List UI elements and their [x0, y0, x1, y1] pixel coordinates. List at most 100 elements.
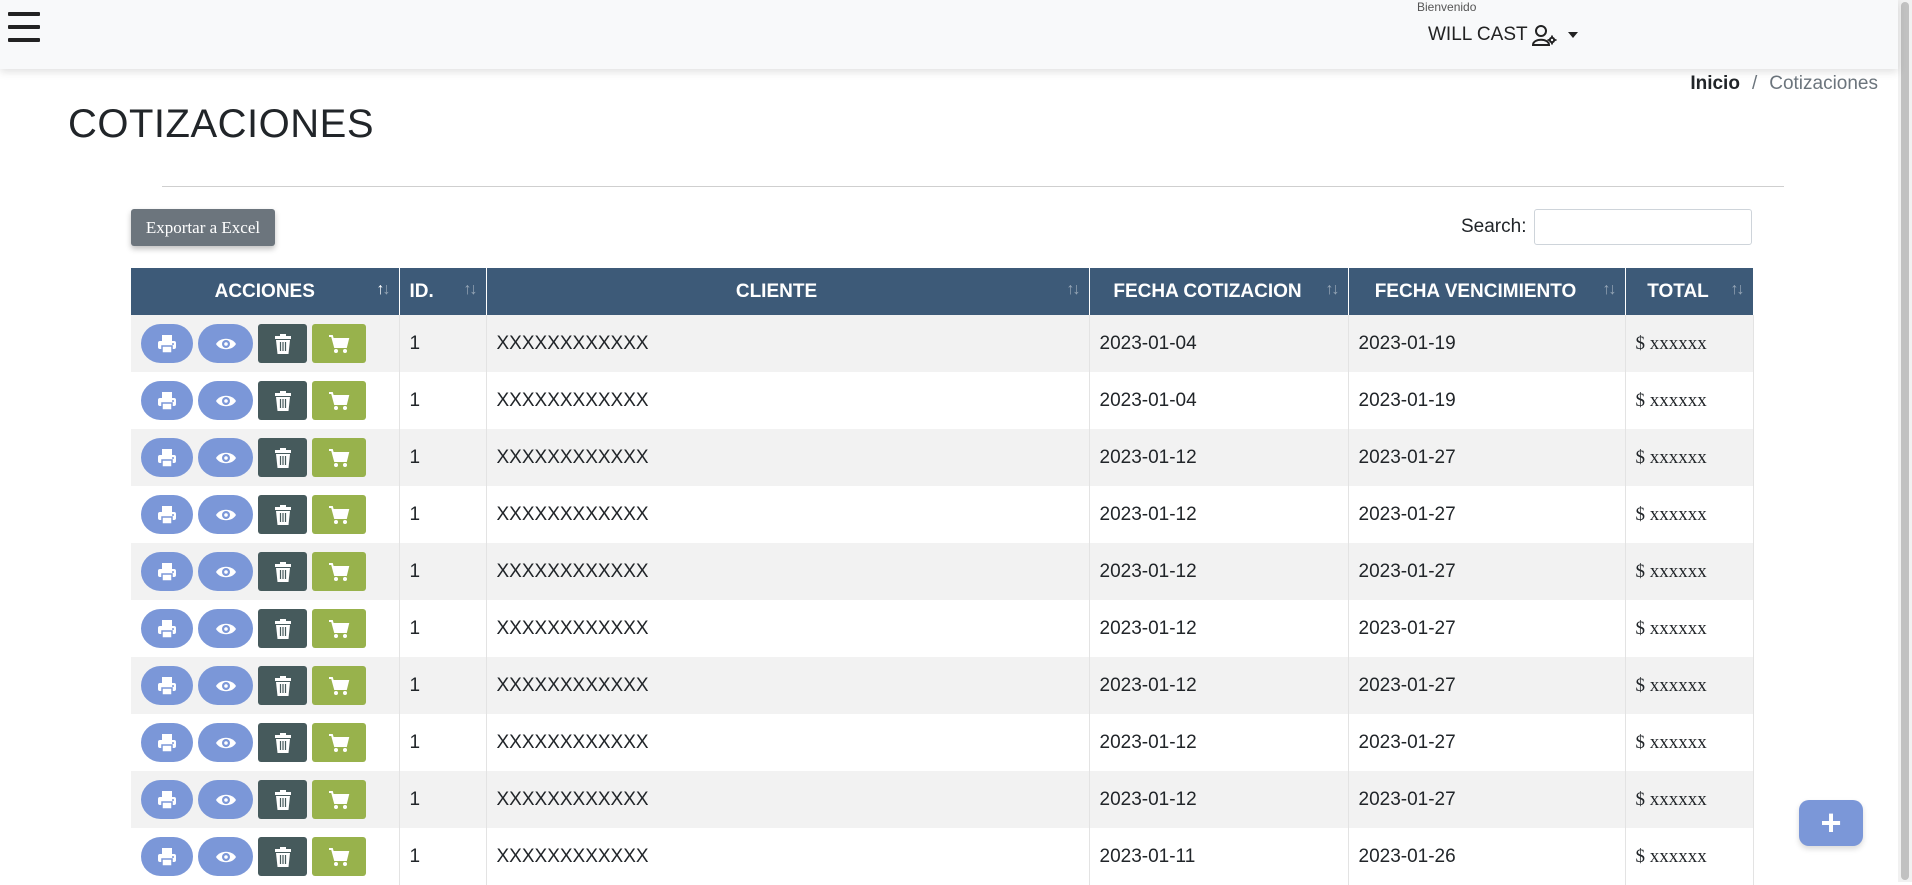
- delete-button[interactable]: [258, 666, 307, 705]
- print-button[interactable]: [141, 381, 193, 420]
- column-header-id[interactable]: ID. ↑↓: [399, 268, 487, 315]
- eye-icon: [215, 338, 236, 349]
- print-icon: [158, 562, 176, 582]
- view-button[interactable]: [198, 324, 253, 363]
- eye-icon: [215, 509, 236, 520]
- delete-button[interactable]: [258, 723, 307, 762]
- column-header-due-date[interactable]: FECHA VENCIMIENTO ↑↓: [1348, 268, 1626, 315]
- breadcrumb-home-link[interactable]: Inicio: [1690, 73, 1740, 95]
- actions-cell: [131, 372, 400, 429]
- top-navbar: Bienvenido WILL CAST: [0, 0, 1898, 69]
- view-button[interactable]: [198, 837, 253, 876]
- print-button[interactable]: [141, 495, 193, 534]
- actions-cell: [131, 657, 400, 714]
- plus-icon: +: [1820, 802, 1842, 843]
- actions-cell: [131, 828, 400, 885]
- column-header-label: ACCIONES: [214, 280, 315, 302]
- view-button[interactable]: [198, 438, 253, 477]
- table-row: 1 XXXXXXXXXXXX 2023-01-04 2023-01-19 $ x…: [131, 315, 1754, 372]
- search-input[interactable]: [1534, 209, 1752, 245]
- page-scrollbar[interactable]: [1898, 0, 1912, 882]
- client-cell: XXXXXXXXXXXX: [486, 315, 1090, 372]
- cart-button[interactable]: [312, 666, 366, 705]
- export-excel-button[interactable]: Exportar a Excel: [131, 209, 275, 246]
- cart-button[interactable]: [312, 609, 366, 648]
- actions-cell: [131, 771, 400, 828]
- delete-button[interactable]: [258, 609, 307, 648]
- cart-button[interactable]: [312, 324, 366, 363]
- user-menu-dropdown[interactable]: WILL CAST: [1428, 24, 1578, 46]
- add-quotation-button[interactable]: +: [1799, 800, 1863, 846]
- table-body: 1 XXXXXXXXXXXX 2023-01-04 2023-01-19 $ x…: [131, 315, 1754, 885]
- scrollbar-thumb[interactable]: [1901, 2, 1909, 880]
- id-cell: 1: [399, 429, 487, 486]
- id-cell: 1: [399, 486, 487, 543]
- column-header-actions[interactable]: ACCIONES ↑↓: [131, 268, 400, 315]
- column-header-total[interactable]: TOTAL ↑↓: [1625, 268, 1754, 315]
- delete-button[interactable]: [258, 837, 307, 876]
- total-cell: $ xxxxxx: [1625, 315, 1754, 372]
- cart-button[interactable]: [312, 495, 366, 534]
- cart-button[interactable]: [312, 780, 366, 819]
- shopping-cart-icon: [329, 790, 350, 809]
- cart-button[interactable]: [312, 837, 366, 876]
- print-button[interactable]: [141, 723, 193, 762]
- eye-icon: [215, 680, 236, 691]
- print-button[interactable]: [141, 324, 193, 363]
- table-row: 1 XXXXXXXXXXXX 2023-01-12 2023-01-27 $ x…: [131, 600, 1754, 657]
- cart-button[interactable]: [312, 438, 366, 477]
- eye-icon: [215, 794, 236, 805]
- column-header-quote-date[interactable]: FECHA COTIZACION ↑↓: [1089, 268, 1349, 315]
- quote-date-cell: 2023-01-12: [1089, 657, 1349, 714]
- delete-button[interactable]: [258, 495, 307, 534]
- column-header-label: FECHA COTIZACION: [1113, 280, 1302, 302]
- hamburger-menu-icon[interactable]: [8, 12, 40, 42]
- view-button[interactable]: [198, 495, 253, 534]
- table-row: 1 XXXXXXXXXXXX 2023-01-12 2023-01-27 $ x…: [131, 486, 1754, 543]
- print-button[interactable]: [141, 609, 193, 648]
- cart-button[interactable]: [312, 723, 366, 762]
- total-cell: $ xxxxxx: [1625, 543, 1754, 600]
- view-button[interactable]: [198, 780, 253, 819]
- print-button[interactable]: [141, 780, 193, 819]
- delete-button[interactable]: [258, 381, 307, 420]
- shopping-cart-icon: [329, 505, 350, 524]
- print-button[interactable]: [141, 837, 193, 876]
- view-button[interactable]: [198, 552, 253, 591]
- sort-icon: ↑↓: [1730, 281, 1745, 298]
- column-header-label: ID.: [409, 280, 434, 302]
- print-button[interactable]: [141, 438, 193, 477]
- due-date-cell: 2023-01-27: [1348, 543, 1626, 600]
- total-cell: $ xxxxxx: [1625, 486, 1754, 543]
- view-button[interactable]: [198, 609, 253, 648]
- delete-button[interactable]: [258, 324, 307, 363]
- print-button[interactable]: [141, 552, 193, 591]
- trash-icon: [274, 789, 291, 810]
- client-cell: XXXXXXXXXXXX: [486, 828, 1090, 885]
- table-row: 1 XXXXXXXXXXXX 2023-01-12 2023-01-27 $ x…: [131, 714, 1754, 771]
- shopping-cart-icon: [329, 676, 350, 695]
- view-button[interactable]: [198, 666, 253, 705]
- trash-icon: [274, 390, 291, 411]
- quote-date-cell: 2023-01-12: [1089, 600, 1349, 657]
- delete-button[interactable]: [258, 438, 307, 477]
- column-header-label: TOTAL: [1647, 280, 1709, 302]
- due-date-cell: 2023-01-19: [1348, 372, 1626, 429]
- print-icon: [158, 790, 176, 810]
- trash-icon: [274, 618, 291, 639]
- actions-cell: [131, 429, 400, 486]
- delete-button[interactable]: [258, 552, 307, 591]
- column-header-client[interactable]: CLIENTE ↑↓: [486, 268, 1090, 315]
- view-button[interactable]: [198, 723, 253, 762]
- cart-button[interactable]: [312, 552, 366, 591]
- delete-button[interactable]: [258, 780, 307, 819]
- breadcrumb-separator: /: [1751, 73, 1758, 94]
- actions-cell: [131, 315, 400, 372]
- print-button[interactable]: [141, 666, 193, 705]
- view-button[interactable]: [198, 381, 253, 420]
- cart-button[interactable]: [312, 381, 366, 420]
- id-cell: 1: [399, 771, 487, 828]
- id-cell: 1: [399, 714, 487, 771]
- sort-icon: ↑↓: [463, 281, 478, 298]
- quotations-table: ACCIONES ↑↓ ID. ↑↓ CLIENTE ↑↓ FECHA COTI…: [131, 268, 1754, 885]
